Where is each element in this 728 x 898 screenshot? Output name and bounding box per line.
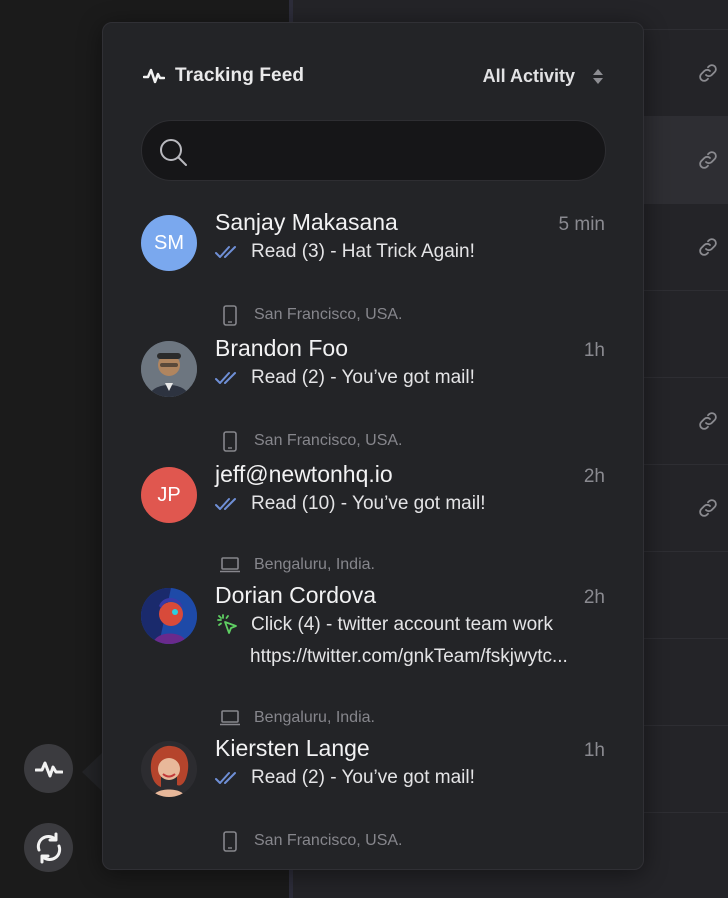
double-check-icon — [215, 494, 241, 514]
avatar — [141, 341, 197, 397]
attachment-link-icon[interactable] — [696, 61, 720, 85]
event-action-text: Click (4) - twitter account team work — [251, 614, 553, 635]
tracking-feed-popover: Tracking Feed All Activity SM Sanjay Mak… — [102, 22, 644, 870]
event-action: Read (10) - You’ve got mail! — [215, 493, 485, 515]
phone-icon — [219, 304, 241, 326]
attachment-link-icon[interactable] — [696, 148, 720, 172]
event-location: Bengaluru, India. — [219, 707, 375, 729]
contact-name: Kiersten Lange — [215, 735, 370, 761]
location-text: San Francisco, USA. — [254, 432, 403, 449]
tracking-feed-button[interactable] — [24, 744, 73, 793]
attachment-link-icon[interactable] — [696, 235, 720, 259]
phone-icon — [219, 430, 241, 452]
location-text: San Francisco, USA. — [254, 306, 403, 323]
search-icon — [160, 139, 187, 166]
contact-name: Brandon Foo — [215, 335, 348, 361]
laptop-icon — [219, 707, 241, 729]
event-location: San Francisco, USA. — [219, 304, 403, 326]
contact-name: jeff@newtonhq.io — [215, 461, 393, 487]
select-updown-icon — [593, 68, 603, 84]
phone-icon — [219, 830, 241, 852]
event-action-text: Read (2) - You’ve got mail! — [251, 367, 475, 388]
avatar — [141, 588, 197, 644]
attachment-link-icon[interactable] — [696, 409, 720, 433]
laptop-icon — [219, 554, 241, 576]
double-check-icon — [215, 368, 241, 388]
activity-pulse-icon — [143, 68, 165, 84]
event-time: 1h — [583, 740, 605, 761]
event-time: 2h — [583, 466, 605, 487]
avatar-initials: SM — [154, 231, 184, 254]
search-input[interactable] — [204, 121, 594, 180]
feed-title: Tracking Feed — [175, 65, 305, 86]
event-action: Read (3) - Hat Trick Again! — [215, 241, 475, 263]
event-time: 2h — [583, 587, 605, 608]
popover-pointer — [82, 752, 103, 792]
contact-name: Sanjay Makasana — [215, 209, 398, 235]
double-check-icon — [215, 242, 241, 262]
avatar-initials: JP — [157, 483, 181, 506]
click-cursor-icon — [215, 614, 241, 635]
location-text: San Francisco, USA. — [254, 832, 403, 849]
event-location: San Francisco, USA. — [219, 430, 403, 452]
avatar: JP — [141, 467, 197, 523]
activity-pulse-icon — [34, 761, 63, 777]
event-action-text: Read (3) - Hat Trick Again! — [251, 241, 475, 262]
event-action: Read (2) - You’ve got mail! — [215, 767, 475, 789]
refresh-button[interactable] — [24, 823, 73, 872]
event-action-text: Read (2) - You’ve got mail! — [251, 767, 475, 788]
event-action: Click (4) - twitter account team work — [215, 614, 553, 636]
location-text: Bengaluru, India. — [254, 556, 375, 573]
search-box[interactable] — [141, 120, 606, 181]
avatar-photo — [141, 588, 197, 644]
feed-header: Tracking Feed All Activity — [143, 61, 603, 91]
activity-filter-select[interactable]: All Activity — [483, 66, 603, 87]
activity-filter-label: All Activity — [482, 65, 575, 86]
avatar-photo — [141, 741, 197, 797]
event-time: 1h — [583, 340, 605, 361]
event-location: San Francisco, USA. — [219, 830, 403, 852]
event-action: Read (2) - You’ve got mail! — [215, 367, 475, 389]
avatar-photo — [141, 341, 197, 397]
location-text: Bengaluru, India. — [254, 709, 375, 726]
double-check-icon — [215, 768, 241, 788]
contact-name: Dorian Cordova — [215, 582, 377, 608]
event-location: Bengaluru, India. — [219, 554, 375, 576]
event-action-text: Read (10) - You’ve got mail! — [251, 493, 486, 514]
attachment-link-icon[interactable] — [696, 496, 720, 520]
event-time: 5 min — [558, 214, 605, 235]
avatar — [141, 741, 197, 797]
avatar: SM — [141, 215, 197, 271]
clicked-link-url[interactable]: https://twitter.com/gnkTeam/fskjwytc... — [250, 646, 614, 668]
refresh-icon — [36, 832, 61, 863]
feed-title-group: Tracking Feed — [143, 65, 304, 87]
